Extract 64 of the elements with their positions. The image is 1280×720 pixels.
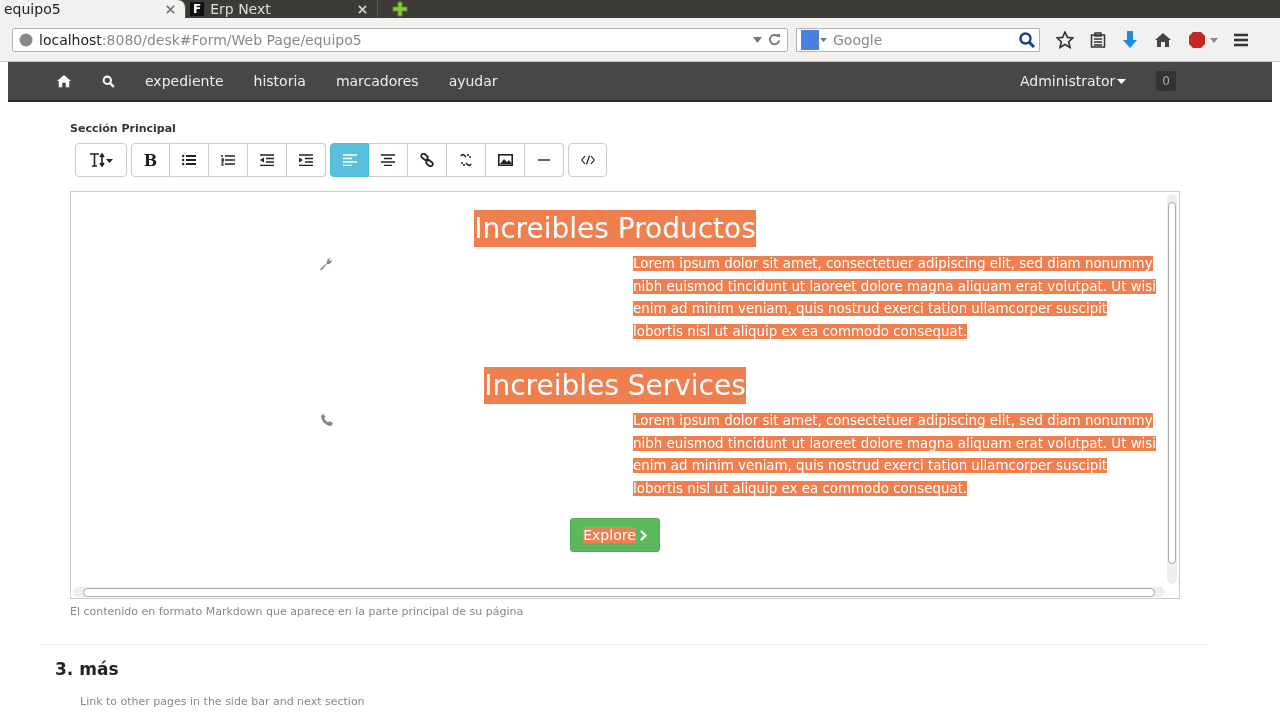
favicon-icon: F	[190, 2, 205, 16]
link-icon	[420, 153, 434, 167]
unlink-icon	[459, 153, 473, 167]
paragraph: Lorem ipsum dolor sit amet, consectetuer adipiscing elit, sed diam nonummy nibh euismod tincidunt ut laoreet dolore magna aliquam erat volutpat. Ut wisi enim ad minim veniam, quis nostrud exerci tation ullamcorper suscipit lobortis nisl ut aliquip ex ea commodo consequat.	[633, 255, 1158, 341]
home-icon[interactable]	[1154, 31, 1172, 48]
browser-tab[interactable]: equipo5	[0, 0, 186, 18]
star-icon[interactable]	[1056, 30, 1074, 49]
align-center-icon	[381, 154, 395, 166]
chevron-icon	[639, 529, 647, 541]
outdent-button[interactable]	[248, 143, 287, 177]
outdent-icon	[260, 154, 274, 166]
user-menu[interactable]: Administrator	[1019, 73, 1127, 89]
heading: Increibles Productos	[474, 210, 756, 247]
phone-icon	[321, 414, 333, 426]
image-icon	[497, 154, 513, 166]
horizontal-rule-icon	[538, 159, 550, 161]
bold-button[interactable]: B	[131, 143, 170, 177]
new-tab-icon[interactable]	[392, 0, 408, 17]
close-icon[interactable]	[166, 4, 175, 14]
menu-icon[interactable]	[1234, 32, 1248, 47]
download-icon[interactable]	[1122, 30, 1138, 49]
caret-icon	[1117, 78, 1127, 84]
adblock-icon[interactable]	[1188, 30, 1218, 49]
google-icon	[801, 29, 827, 50]
nav-link[interactable]: ayudar	[448, 73, 498, 89]
code-button[interactable]	[568, 143, 607, 177]
wrench-icon	[319, 257, 333, 271]
vertical-scrollbar[interactable]	[1167, 194, 1177, 584]
align-center-button[interactable]	[369, 143, 408, 177]
address-bar[interactable]: localhost:8080/desk#Form/Web Page/equipo5	[12, 27, 788, 52]
indent-button[interactable]	[287, 143, 326, 177]
field-label: Sección Principal	[70, 122, 177, 135]
help-text: El contenido en formato Markdown que aparece en la parte principal de su página	[70, 605, 525, 618]
link-button[interactable]	[408, 143, 447, 177]
unlink-button[interactable]	[447, 143, 486, 177]
editor-area[interactable]	[70, 191, 1180, 599]
horizontal-scrollbar[interactable]	[73, 587, 1165, 597]
home-icon[interactable]	[56, 74, 72, 88]
bulleted-list-icon	[182, 154, 196, 166]
code-icon	[580, 155, 595, 165]
paragraph: Lorem ipsum dolor sit amet, consectetuer adipiscing elit, sed diam nonummy nibh euismod tincidunt ut laoreet dolore magna aliquam erat volutpat. Ut wisi enim ad minim veniam, quis nostrud exerci tation ullamcorper suscipit lobortis nisl ut aliquip ex ea commodo consequat.	[633, 412, 1158, 498]
notification-count[interactable]: 0	[1156, 71, 1176, 91]
close-icon[interactable]	[358, 4, 367, 14]
heading: Increibles Services	[484, 367, 746, 404]
section-description: Link to other pages in the side bar and next section	[80, 695, 366, 708]
text-size-icon	[89, 153, 113, 167]
numbers-button[interactable]	[209, 143, 248, 177]
reload-icon[interactable]	[768, 33, 781, 46]
nav-link[interactable]: historia	[253, 73, 306, 89]
text-size-button[interactable]	[75, 143, 127, 177]
reading-list-icon[interactable]	[1090, 31, 1106, 48]
search-icon[interactable]	[1019, 31, 1035, 48]
search-box[interactable]: Google	[796, 27, 1040, 52]
image-button[interactable]	[486, 143, 525, 177]
numbered-list-icon	[221, 154, 235, 166]
search-icon[interactable]	[102, 74, 115, 88]
bullets-button[interactable]	[170, 143, 209, 177]
nav-link[interactable]: expediente	[145, 73, 224, 89]
indent-icon	[299, 154, 313, 166]
globe-icon	[19, 32, 33, 47]
nav-link[interactable]: marcadores	[335, 73, 419, 89]
align-left-icon	[342, 154, 357, 166]
section-title: 3. más	[55, 659, 120, 679]
dropdown-icon[interactable]	[753, 36, 762, 43]
